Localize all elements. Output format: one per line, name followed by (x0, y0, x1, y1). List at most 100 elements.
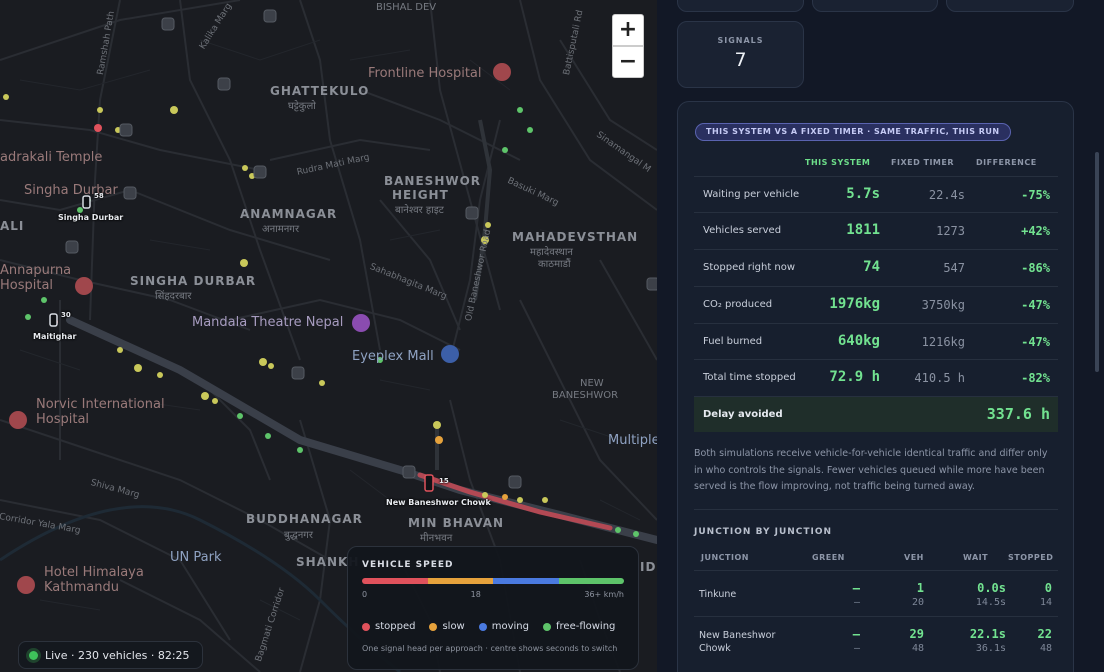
metric-name: Vehicles served (703, 225, 782, 236)
junction-green-fixed: – (853, 643, 860, 654)
legend-key-label: slow (442, 621, 465, 632)
poi-label: Multiple (608, 433, 657, 448)
legend-key-stopped: stopped (362, 621, 415, 632)
place-label: मीनभवन (420, 533, 453, 544)
poi-label: Eyeplex Mall (352, 349, 434, 364)
junction-wait-now: 0.0s (977, 581, 1006, 595)
poi-label: Hotel Himalaya (44, 565, 144, 580)
place-label: BISHAL DEV (376, 2, 437, 13)
metric-diff: -86% (1021, 261, 1050, 275)
junction-stopped-fixed: 48 (1039, 643, 1052, 654)
legend-scale-min: 0 (362, 590, 368, 599)
junction-stopped-fixed: 14 (1039, 597, 1052, 608)
junction-wait-now: 22.1s (969, 627, 1006, 641)
signal-label-new-baneshwor[interactable]: New Baneshwor Chowk (386, 498, 491, 507)
comparison-row: Vehicles served 1811 1273 +42% (694, 212, 1058, 248)
metric-system: 1976kg (829, 296, 880, 312)
junction-veh-now: 29 (909, 627, 924, 641)
poi-label: Frontline Hospital (368, 66, 482, 81)
metric-name: Total time stopped (703, 372, 796, 383)
free-flowing-swatch-icon (543, 622, 551, 631)
legend-key-moving: moving (478, 621, 529, 632)
header-veh: VEH (904, 553, 924, 562)
poi-label: Hospital (0, 278, 54, 293)
moving-swatch-icon (478, 622, 487, 631)
junction-veh-now: 1 (916, 581, 924, 595)
metric-diff: -47% (1021, 335, 1050, 349)
legend-bar-moving (493, 578, 559, 584)
poi-label: Hospital (36, 412, 90, 427)
metric-name: CO₂ produced (703, 299, 773, 310)
delay-avoided-row: Delay avoided 337.6 h (694, 396, 1058, 432)
zoom-out-button[interactable]: − (612, 46, 644, 78)
poi-label: UN Park (170, 550, 222, 565)
junction-section-title: JUNCTION BY JUNCTION (694, 527, 833, 537)
junction-green-now: – (852, 627, 860, 641)
legend-title: VEHICLE SPEED (362, 560, 454, 570)
metric-name: Fuel burned (703, 336, 763, 347)
poi-label: adrakali Temple (0, 150, 103, 165)
signals-stat-card: SIGNALS 7 (677, 21, 804, 88)
header-this-system: THIS SYSTEM (805, 158, 871, 167)
signal-label-maitighar[interactable]: Maitighar (33, 332, 76, 341)
legend-bar-slow (427, 578, 493, 584)
legend-key-label: stopped (375, 621, 416, 632)
live-indicator-icon (29, 650, 38, 660)
legend-gradient (362, 578, 624, 584)
junction-stopped-now: 0 (1044, 581, 1052, 595)
comparison-row: Stopped right now 74 547 -86% (694, 249, 1058, 285)
metric-diff: -47% (1021, 298, 1050, 312)
place-label: अनामनगर (262, 224, 300, 235)
junction-stopped-now: 22 (1037, 627, 1052, 641)
header-fixed-timer: FIXED TIMER (891, 158, 955, 167)
traffic-map[interactable]: BISHAL DEV GHATTEKULO घट्टेकुलो Frontlin… (0, 0, 657, 672)
live-status-text: Live · 230 vehicles · 82:25 (45, 648, 190, 662)
junction-name: New Baneshwor Chowk (699, 630, 776, 654)
comparison-explanation: Both simulations receive vehicle-for-veh… (694, 448, 1048, 492)
place-label: SINGHA DURBAR (130, 274, 257, 288)
place-label: बानेश्वर हाइट (395, 205, 444, 216)
place-label: MAHADEVSTHAN (512, 230, 639, 244)
comparison-row: Total time stopped 72.9 h 410.5 h -82% (694, 359, 1058, 395)
place-label: घट्टेकुलो (288, 101, 316, 112)
junction-green-now: – (852, 581, 860, 595)
legend-bar-stopped (362, 578, 428, 584)
speed-legend: VEHICLE SPEED 0 18 36+ km/h stopped slow… (347, 546, 639, 670)
metric-system: 640kg (837, 333, 880, 349)
junction-name: Tinkune (699, 589, 737, 600)
stat-card-top-1 (677, 0, 804, 12)
place-label: BANESHWOR (552, 390, 619, 401)
place-label: HEIGHT (392, 188, 449, 202)
metric-fixed: 410.5 h (914, 371, 965, 385)
junction-row-tinkune[interactable]: Tinkune – – 1 20 0.0s 14.5s 0 14 (694, 570, 1058, 616)
place-label: GHATTEKULO (270, 84, 370, 98)
delay-avoided-value: 337.6 h (986, 405, 1050, 423)
junction-wait-fixed: 14.5s (975, 597, 1006, 608)
place-label: बुद्धनगर (284, 530, 313, 541)
poi-label: Kathmandu (44, 580, 119, 595)
legend-note: One signal head per approach · centre sh… (362, 644, 618, 653)
delay-avoided-label: Delay avoided (703, 409, 783, 420)
panel-scrollbar[interactable] (1095, 152, 1099, 372)
legend-scale-mid: 18 (470, 590, 481, 599)
legend-bar-free (558, 578, 624, 584)
metric-fixed: 1273 (936, 224, 965, 238)
stats-panel[interactable]: SIGNALS 7 THIS SYSTEM VS A FIXED TIMER ·… (657, 0, 1104, 672)
metric-system: 74 (863, 259, 880, 275)
metric-system: 1811 (846, 222, 880, 238)
metric-fixed: 547 (943, 261, 965, 275)
metric-fixed: 22.4s (928, 188, 965, 202)
zoom-in-button[interactable]: + (612, 14, 644, 46)
comparison-row: CO₂ produced 1976kg 3750kg -47% (694, 286, 1058, 322)
junction-row-new-baneshwor[interactable]: New Baneshwor Chowk – – 29 48 22.1s 36.1… (694, 616, 1058, 662)
place-label: सिंहदरबार (155, 291, 192, 302)
junction-wait-fixed: 36.1s (975, 643, 1006, 654)
header-green: GREEN (812, 553, 845, 562)
header-stopped: STOPPED (1008, 553, 1054, 562)
legend-key-label: free-flowing (556, 621, 616, 632)
signal-label-singha-durbar[interactable]: Singha Durbar (58, 213, 123, 222)
place-label: काठमाडौं (538, 259, 571, 270)
slow-swatch-icon (429, 622, 438, 631)
junction-veh-fixed: 48 (911, 643, 924, 654)
poi-label: Annapurna (0, 263, 72, 278)
